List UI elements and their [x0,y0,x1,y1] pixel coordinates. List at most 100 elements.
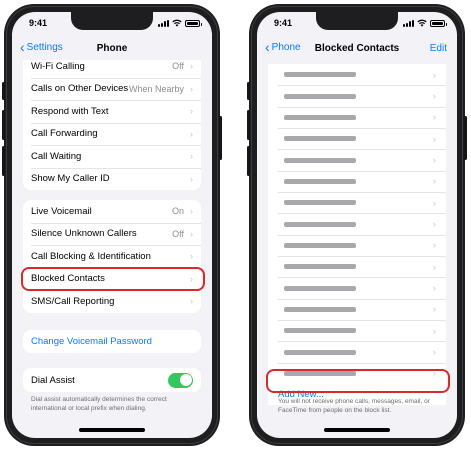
chevron-right-icon: › [433,219,436,230]
volume-down-button [247,146,250,176]
blocked-contact-row[interactable]: › [268,128,446,149]
chevron-right-icon: › [433,91,436,102]
row-value: On [171,206,184,217]
battery-icon [430,19,447,27]
wifi-icon [417,19,427,27]
settings-row-show-caller-id[interactable]: Show My Caller ID › [23,167,201,191]
row-label: Call Forwarding [31,128,98,140]
chevron-right-icon: › [190,83,193,94]
settings-row-live-voicemail[interactable]: Live Voicemail On › [23,200,201,223]
blocked-contact-row[interactable]: › [268,320,446,341]
chevron-right-icon: › [433,133,436,144]
chevron-right-icon: › [433,283,436,294]
redacted-contact-name [284,93,356,99]
settings-row-silence-unknown-callers[interactable]: Silence Unknown Callers Off › [23,222,201,246]
blocked-contact-row[interactable]: › [268,64,446,85]
chevron-right-icon: › [433,112,436,123]
status-time: 9:41 [29,18,48,28]
redacted-contact-name [284,349,356,355]
chevron-right-icon: › [190,151,193,162]
mute-switch [2,82,5,100]
row-value: Off [172,61,184,72]
chevron-right-icon: › [433,176,436,187]
redacted-contact-name [284,136,356,142]
chevron-right-icon: › [433,347,436,358]
status-time: 9:41 [274,18,293,28]
phone-settings-screen: 9:41 ‹ Settings Phone [12,12,212,438]
settings-row-call-forwarding[interactable]: Call Forwarding › [23,122,201,146]
row-label: Respond with Text [31,105,109,117]
blocked-contact-row[interactable]: › [268,85,446,106]
notch [316,12,398,30]
blocked-contact-row[interactable]: › [268,213,446,234]
dial-assist-group: Dial Assist [23,368,201,392]
nav-bar-overlay: ‹ Settings Phone [12,38,212,60]
redacted-contact-name [284,72,356,78]
phone-frame-left: 9:41 ‹ Settings Phone [2,4,222,446]
home-indicator [324,428,390,432]
cellular-signal-icon [158,19,169,27]
redacted-contact-name [284,264,356,270]
blocked-contact-row[interactable]: › [268,277,446,298]
settings-row-call-waiting[interactable]: Call Waiting › [23,145,201,168]
power-button [219,116,222,160]
blocked-contacts-list: › › › › › › › › › › › › › › › [268,64,446,385]
edit-button[interactable]: Edit [430,43,447,54]
voicemail-group: Change Voicemail Password [23,330,201,353]
redacted-contact-name [284,157,356,163]
settings-row-sms-call-reporting[interactable]: SMS/Call Reporting › [23,290,201,313]
row-label: Calls on Other Devices [31,83,129,95]
change-voicemail-password-button[interactable]: Change Voicemail Password [23,330,201,353]
page-title: Phone [96,43,128,54]
row-value: When Nearby [128,83,184,94]
wifi-icon [172,19,182,27]
chevron-right-icon: › [433,197,436,208]
settings-row-respond-with-text[interactable]: Respond with Text › [23,100,201,123]
nav-bar: ‹ Phone Blocked Contacts Edit [257,38,457,60]
row-label: Dial Assist [31,374,75,386]
cellular-signal-icon [403,19,414,27]
row-label: Blocked Contacts [31,273,105,285]
redacted-contact-name [284,285,356,291]
blocked-contact-row[interactable]: › [268,170,446,192]
settings-row-call-blocking[interactable]: Call Blocking & Identification › [23,245,201,268]
blocked-contact-row[interactable]: › [268,256,446,277]
row-label: SMS/Call Reporting [31,295,115,307]
blocked-contact-row[interactable]: › [268,106,446,128]
chevron-right-icon: › [190,251,193,262]
redacted-contact-name [284,306,356,312]
volume-up-button [247,110,250,140]
redacted-contact-name [284,221,356,227]
dial-assist-toggle[interactable] [168,372,193,388]
blocked-contact-row[interactable]: › [268,298,446,320]
page-title: Blocked Contacts [314,43,400,54]
chevron-right-icon: › [433,240,436,251]
blocked-contact-row[interactable]: › [268,234,446,256]
blocked-contact-row[interactable]: › [268,192,446,213]
row-label: Show My Caller ID [31,173,110,185]
chevron-right-icon: › [190,61,193,72]
chevron-right-icon: › [433,368,436,379]
chevron-right-icon: › [190,296,193,307]
row-label: Live Voicemail [31,205,92,217]
volume-up-button [2,110,5,140]
blocked-contact-row[interactable]: › [268,341,446,362]
chevron-right-icon: › [433,304,436,315]
blocked-contact-row[interactable]: › [268,149,446,170]
row-label: Call Blocking & Identification [31,250,151,262]
row-label: Wi-Fi Calling [31,60,85,72]
phone-frame-right: 9:41 ‹ Phone Blocked Contacts Edit › › ›… [247,4,467,446]
blocked-contact-row[interactable]: › [268,362,446,384]
blocking-settings-group: Live Voicemail On › Silence Unknown Call… [23,200,201,313]
redacted-contact-name [284,200,356,206]
dial-assist-footnote: Dial assist automatically determines the… [31,396,167,412]
mute-switch [247,82,250,100]
redacted-contact-name [284,178,356,184]
settings-row-dial-assist: Dial Assist [23,368,201,392]
settings-row-blocked-contacts[interactable]: Blocked Contacts › [23,267,201,291]
blocked-contacts-screen: 9:41 ‹ Phone Blocked Contacts Edit › › ›… [257,12,457,438]
chevron-right-icon: › [190,273,193,284]
chevron-right-icon: › [190,128,193,139]
settings-row-calls-on-other-devices[interactable]: Calls on Other Devices When Nearby › [23,77,201,101]
redacted-contact-name [284,114,356,120]
